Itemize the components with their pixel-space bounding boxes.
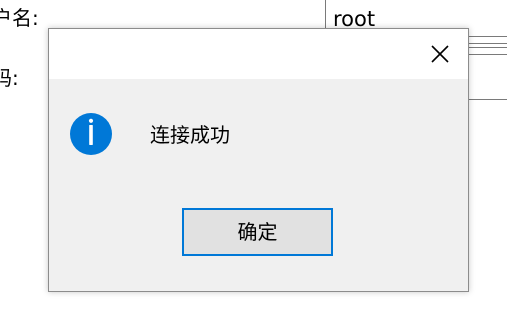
close-icon [430, 44, 450, 64]
password-label: 码: [0, 66, 19, 90]
ok-button[interactable]: 确定 [182, 208, 333, 256]
username-label: 户名: [0, 6, 39, 30]
field-border-line [466, 54, 507, 55]
ok-button-label: 确定 [237, 220, 278, 244]
dialog-message: 连接成功 [150, 123, 230, 147]
dialog-titlebar [49, 29, 468, 79]
message-dialog: 连接成功 确定 [48, 28, 469, 292]
field-border-line [466, 47, 507, 48]
password-field[interactable] [466, 43, 507, 100]
dialog-body: 连接成功 确定 [49, 79, 468, 291]
close-button[interactable] [420, 35, 460, 73]
info-icon [69, 112, 113, 156]
